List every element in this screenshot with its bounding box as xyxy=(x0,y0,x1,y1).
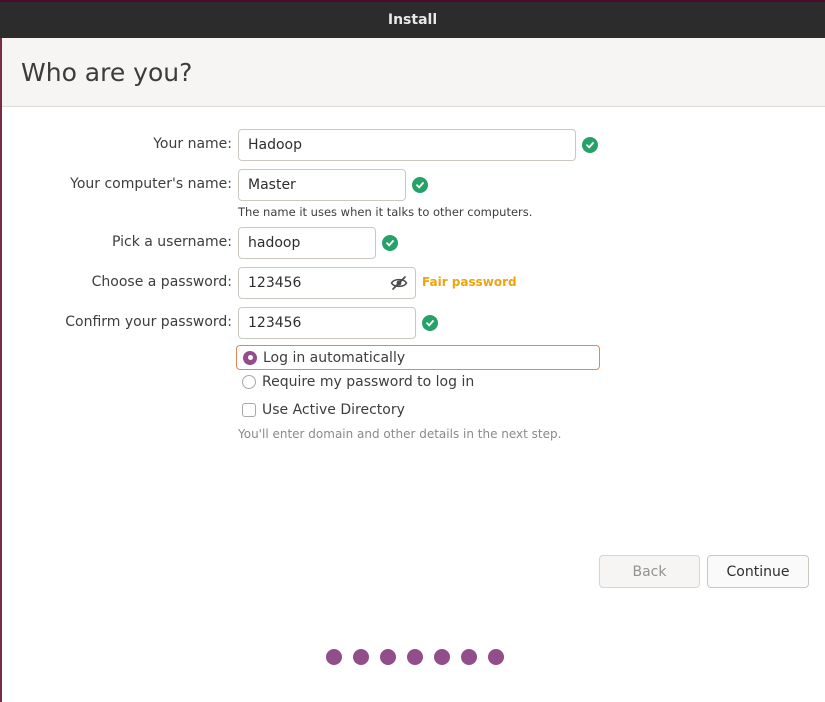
username-label: Pick a username: xyxy=(111,234,232,250)
progress-dot xyxy=(461,649,477,665)
computer-name-valid-check-icon xyxy=(412,177,428,193)
username-valid-check-icon xyxy=(382,235,398,251)
login-require-label: Require my password to log in xyxy=(262,374,475,390)
confirm-password-input[interactable] xyxy=(238,307,416,339)
login-require-radio[interactable] xyxy=(242,375,256,389)
login-require-option[interactable]: Require my password to log in xyxy=(242,372,474,392)
back-button[interactable]: Back xyxy=(599,555,700,588)
active-directory-hint: You'll enter domain and other details in… xyxy=(238,427,562,441)
progress-dot xyxy=(353,649,369,665)
active-directory-checkbox[interactable] xyxy=(242,403,256,417)
login-auto-radio[interactable] xyxy=(243,350,257,365)
name-valid-check-icon xyxy=(582,137,598,153)
computer-name-hint: The name it uses when it talks to other … xyxy=(238,205,533,219)
active-directory-option[interactable]: Use Active Directory xyxy=(242,400,405,420)
progress-dots xyxy=(326,649,504,665)
window-title: Install xyxy=(387,12,438,28)
login-auto-label: Log in automatically xyxy=(263,349,406,366)
window-titlebar: Install xyxy=(0,0,825,38)
computer-name-label: Your computer's name: xyxy=(70,176,232,192)
page-title: Who are you? xyxy=(21,58,193,87)
confirm-password-label: Confirm your password: xyxy=(65,314,232,330)
confirm-password-valid-check-icon xyxy=(422,315,438,331)
window-border xyxy=(0,38,2,702)
password-label: Choose a password: xyxy=(91,274,232,290)
name-input[interactable] xyxy=(238,129,576,161)
progress-dot xyxy=(407,649,423,665)
continue-button[interactable]: Continue xyxy=(707,555,809,588)
name-label: Your name: xyxy=(153,136,232,152)
computer-name-input[interactable] xyxy=(238,169,406,201)
page-header: Who are you? xyxy=(2,38,825,107)
hide-password-eye-icon[interactable] xyxy=(390,275,408,291)
progress-dot xyxy=(380,649,396,665)
progress-dot xyxy=(434,649,450,665)
progress-dot xyxy=(326,649,342,665)
active-directory-label: Use Active Directory xyxy=(262,402,405,418)
username-input[interactable] xyxy=(238,227,376,259)
password-strength-text: Fair password xyxy=(422,275,517,289)
progress-dot xyxy=(488,649,504,665)
login-auto-option[interactable]: Log in automatically xyxy=(236,345,600,370)
